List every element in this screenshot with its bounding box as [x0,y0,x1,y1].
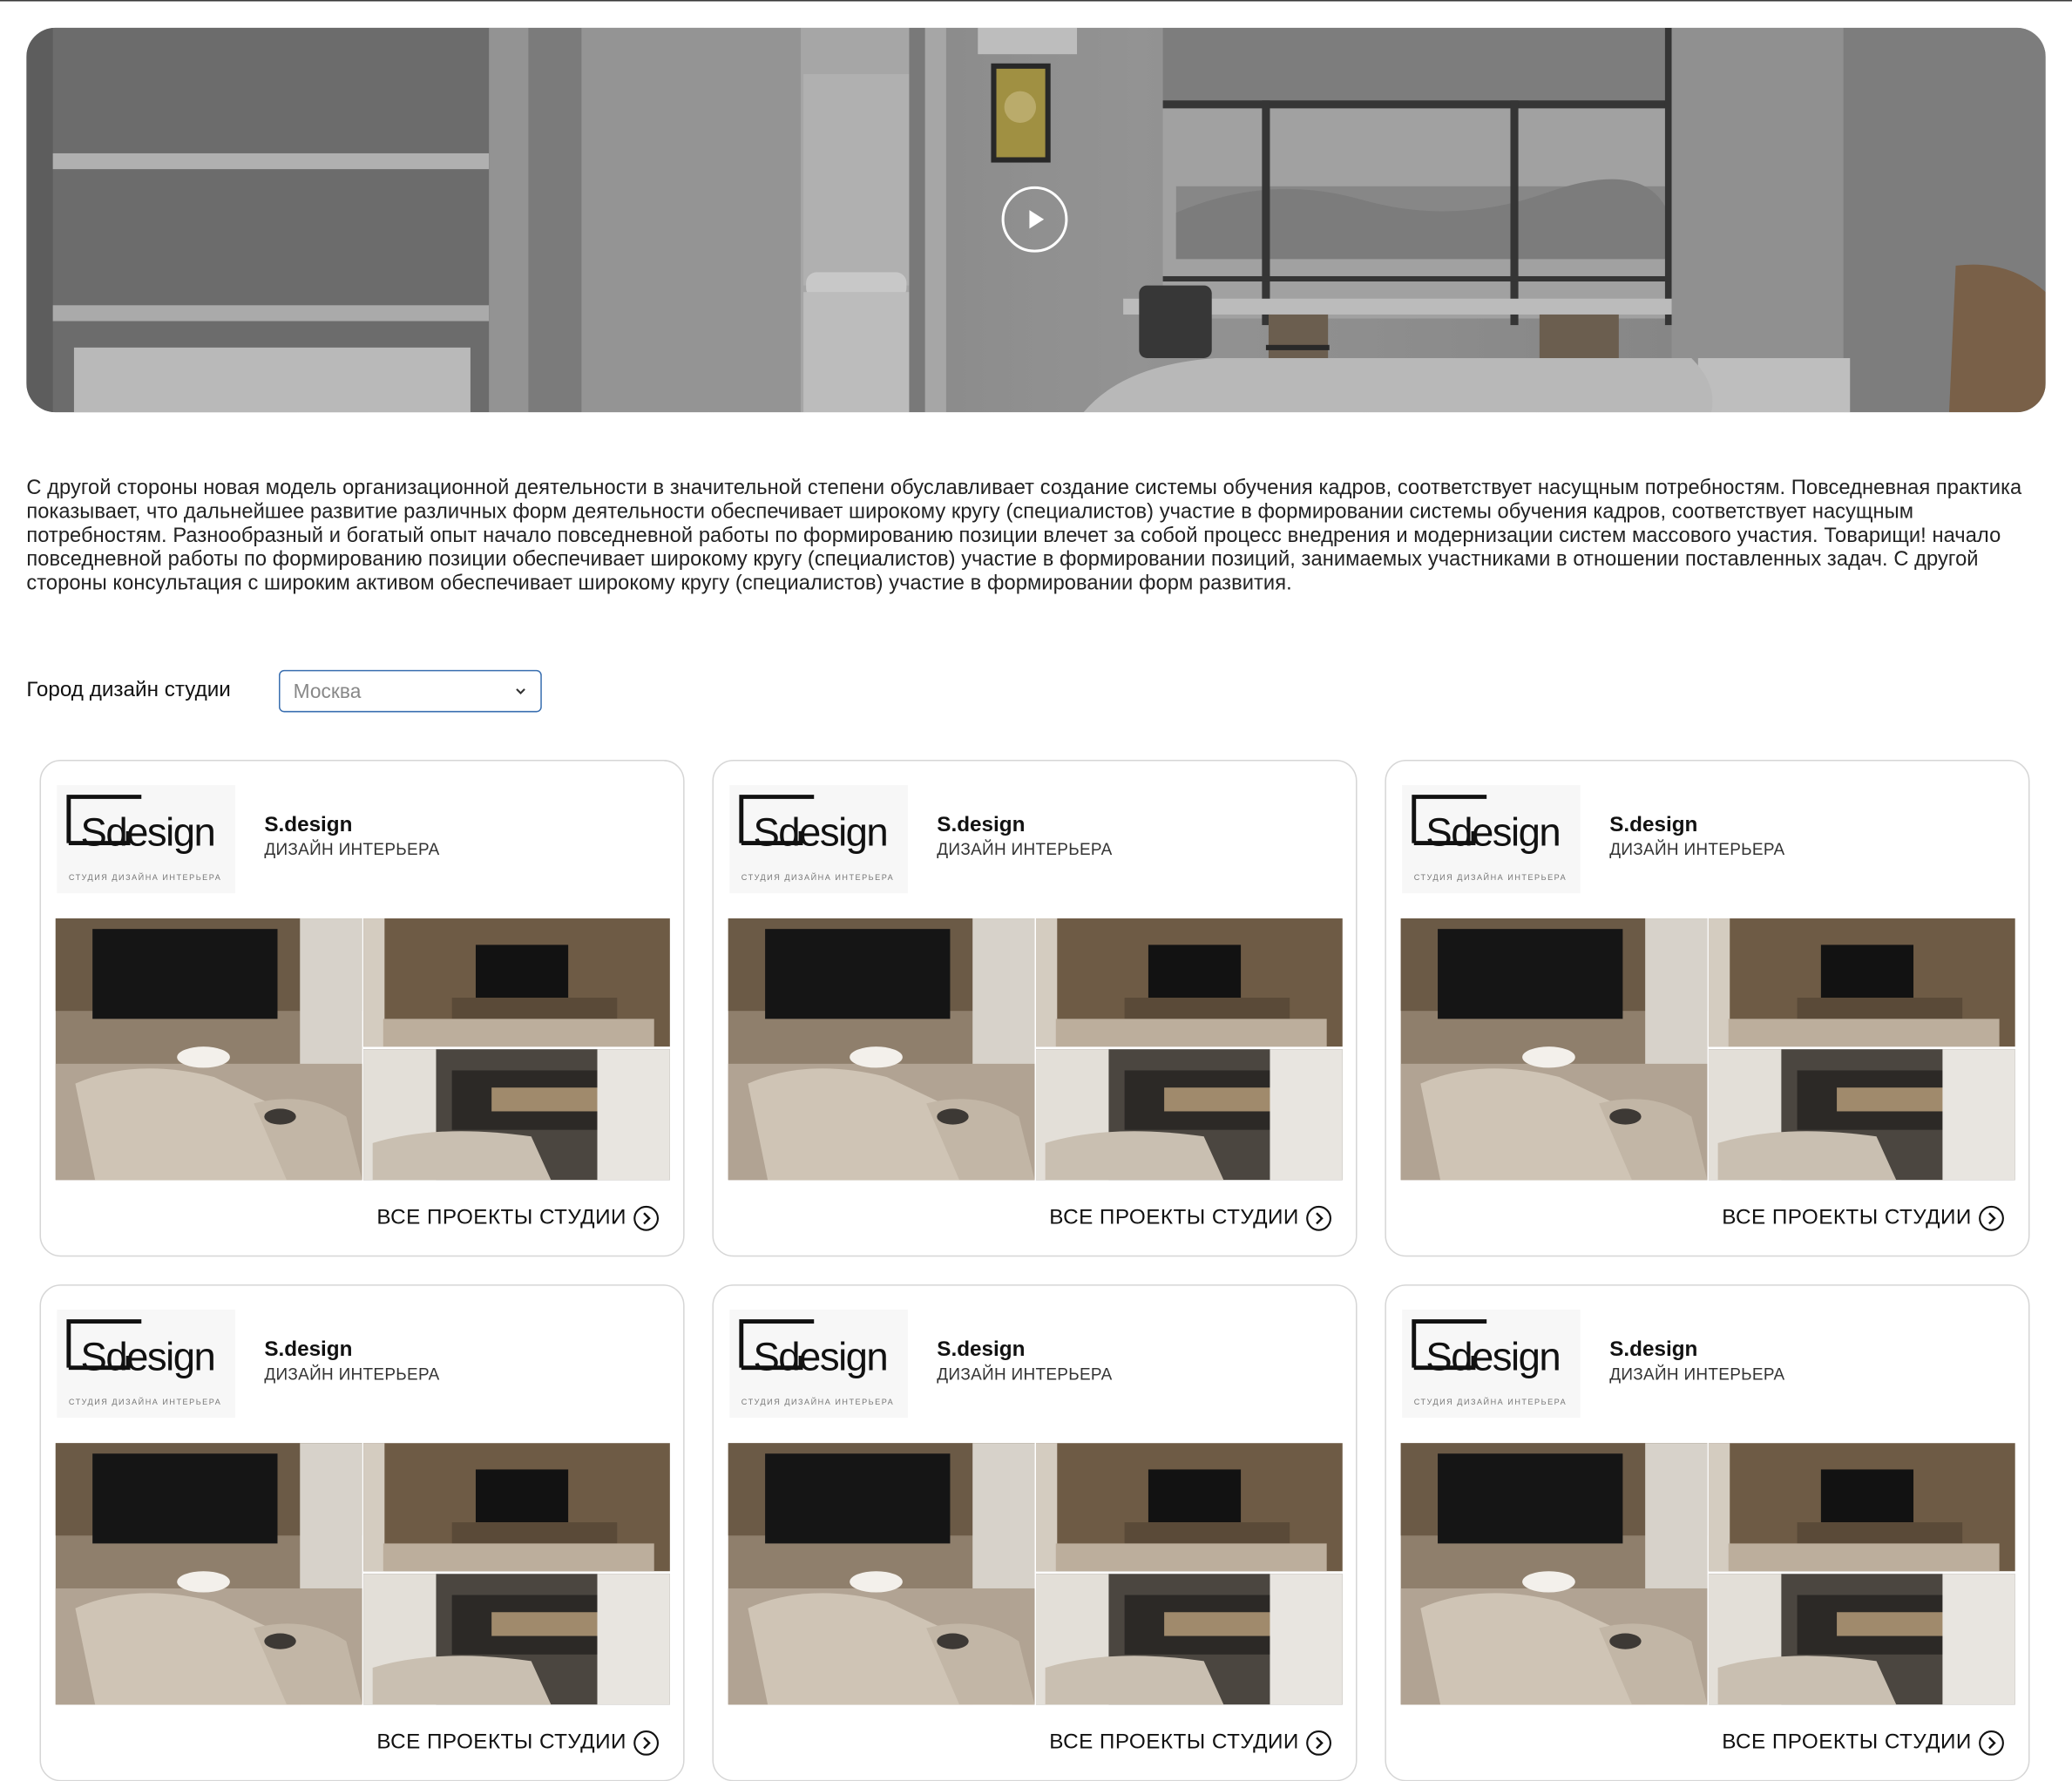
play-icon [1029,210,1045,229]
studio-type: ДИЗАЙН ИНТЕРЬЕРА [937,840,1113,859]
svg-text:СТУДИЯ ДИЗАЙНА ИНТЕРЬЕРА: СТУДИЯ ДИЗАЙНА ИНТЕРЬЕРА [69,1397,221,1406]
studio-project-collage [55,1443,670,1705]
all-projects-link[interactable]: ВСЕ ПРОЕКТЫ СТУДИИ [376,1730,660,1756]
city-filter-label: Город дизайн студии [26,679,231,702]
arrow-right-circle-icon [633,1205,660,1231]
svg-text:Sdesign: Sdesign [753,810,887,855]
svg-text:СТУДИЯ ДИЗАЙНА ИНТЕРЬЕРА: СТУДИЯ ДИЗАЙНА ИНТЕРЬЕРА [69,872,221,882]
intro-description: С другой стороны новая модель организаци… [26,477,2022,594]
all-projects-link[interactable]: ВСЕ ПРОЕКТЫ СТУДИИ [1722,1205,2004,1231]
studio-name: S.design [1609,814,1698,837]
studio-type: ДИЗАЙН ИНТЕРЬЕРА [264,840,440,859]
svg-text:Sdesign: Sdesign [753,1335,887,1379]
studio-logo: Sdesign СТУДИЯ ДИЗАЙНА ИНТЕРЬЕРА [729,784,908,894]
chevron-down-icon [516,688,525,694]
city-select-value: Москва [293,680,362,703]
top-divider [0,0,2072,2]
arrow-right-circle-icon [633,1730,660,1756]
all-projects-label: ВСЕ ПРОЕКТЫ СТУДИИ [1722,1206,1972,1229]
all-projects-label: ВСЕ ПРОЕКТЫ СТУДИИ [1049,1206,1299,1229]
arrow-right-circle-icon [1306,1730,1331,1756]
studio-logo: Sdesign СТУДИЯ ДИЗАЙНА ИНТЕРЬЕРА [57,1309,235,1419]
svg-text:Sdesign: Sdesign [1425,810,1560,855]
studio-logo: Sdesign СТУДИЯ ДИЗАЙНА ИНТЕРЬЕРА [1402,784,1581,894]
studio-project-collage [728,918,1343,1181]
studio-name: S.design [937,814,1026,837]
svg-text:Sdesign: Sdesign [81,1335,215,1379]
play-button[interactable] [1001,186,1068,253]
svg-text:Sdesign: Sdesign [1425,1335,1560,1379]
all-projects-label: ВСЕ ПРОЕКТЫ СТУДИИ [376,1730,626,1754]
svg-text:СТУДИЯ ДИЗАЙНА ИНТЕРЬЕРА: СТУДИЯ ДИЗАЙНА ИНТЕРЬЕРА [1414,872,1567,882]
svg-text:Sdesign: Sdesign [81,810,215,855]
all-projects-link[interactable]: ВСЕ ПРОЕКТЫ СТУДИИ [1722,1730,2004,1756]
all-projects-label: ВСЕ ПРОЕКТЫ СТУДИИ [376,1206,626,1229]
arrow-right-circle-icon [1306,1205,1331,1231]
svg-text:СТУДИЯ ДИЗАЙНА ИНТЕРЬЕРА: СТУДИЯ ДИЗАЙНА ИНТЕРЬЕРА [1414,1397,1567,1406]
studio-logo: Sdesign СТУДИЯ ДИЗАЙНА ИНТЕРЬЕРА [57,784,235,894]
hero-video[interactable] [26,27,2046,413]
studio-project-collage [728,1443,1343,1705]
studio-card[interactable]: Sdesign СТУДИЯ ДИЗАЙНА ИНТЕРЬЕРА S.desig… [1385,760,2030,1257]
all-projects-link[interactable]: ВСЕ ПРОЕКТЫ СТУДИИ [376,1205,660,1231]
svg-text:СТУДИЯ ДИЗАЙНА ИНТЕРЬЕРА: СТУДИЯ ДИЗАЙНА ИНТЕРЬЕРА [741,872,894,882]
studio-card[interactable]: Sdesign СТУДИЯ ДИЗАЙНА ИНТЕРЬЕРА S.desig… [712,760,1358,1257]
studio-type: ДИЗАЙН ИНТЕРЬЕРА [264,1365,440,1384]
arrow-right-circle-icon [1979,1730,2004,1756]
studio-type: ДИЗАЙН ИНТЕРЬЕРА [937,1365,1113,1384]
studio-project-collage [1400,1443,2015,1705]
studio-name: S.design [264,814,353,837]
svg-text:СТУДИЯ ДИЗАЙНА ИНТЕРЬЕРА: СТУДИЯ ДИЗАЙНА ИНТЕРЬЕРА [741,1397,894,1406]
studio-logo: Sdesign СТУДИЯ ДИЗАЙНА ИНТЕРЬЕРА [1402,1309,1581,1419]
studio-project-collage [55,918,670,1181]
arrow-right-circle-icon [1979,1205,2004,1231]
studio-project-collage [1400,918,2015,1181]
all-projects-label: ВСЕ ПРОЕКТЫ СТУДИИ [1722,1730,1972,1754]
studio-logo: Sdesign СТУДИЯ ДИЗАЙНА ИНТЕРЬЕРА [729,1309,908,1419]
studio-type: ДИЗАЙН ИНТЕРЬЕРА [1609,1365,1785,1384]
all-projects-link[interactable]: ВСЕ ПРОЕКТЫ СТУДИИ [1049,1730,1331,1756]
studio-type: ДИЗАЙН ИНТЕРЬЕРА [1609,840,1785,859]
city-select[interactable]: Москва [279,669,542,713]
all-projects-link[interactable]: ВСЕ ПРОЕКТЫ СТУДИИ [1049,1205,1331,1231]
studio-card[interactable]: Sdesign СТУДИЯ ДИЗАЙНА ИНТЕРЬЕРА S.desig… [39,760,685,1257]
all-projects-label: ВСЕ ПРОЕКТЫ СТУДИИ [1049,1730,1299,1754]
